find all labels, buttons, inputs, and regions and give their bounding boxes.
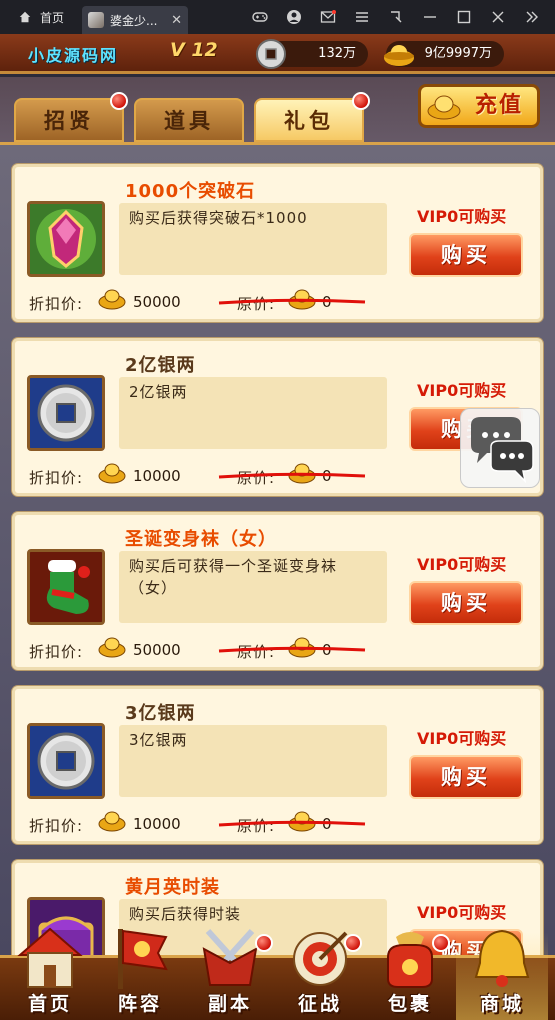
discount-price-label: 折扣价:	[29, 817, 84, 835]
gift-title: 3亿银两	[125, 703, 196, 724]
nav-bag-label: 包裹	[387, 993, 432, 1015]
tab-recruit-label: 招贤	[44, 109, 94, 133]
close-icon[interactable]	[481, 0, 515, 34]
shop-bell-icon	[474, 929, 530, 987]
gold-ingot-icon	[384, 45, 414, 66]
close-tab-icon[interactable]: ✕	[171, 13, 182, 28]
chat-bubbles-icon	[471, 417, 534, 484]
gift-title: 黄月英时装	[125, 877, 220, 898]
coin-counter: 132万	[256, 39, 368, 69]
bag-icon	[387, 932, 433, 988]
nav-bag-badge	[432, 934, 450, 952]
strikethrough-line	[218, 646, 366, 653]
tab-gift-packs-label: 礼包	[284, 109, 334, 133]
nav-battle-badge	[344, 934, 362, 952]
home-tab-label: 首页	[40, 10, 65, 25]
breakthrough-stone-icon	[27, 201, 105, 277]
tab-items-label: 道具	[164, 109, 214, 133]
nav-shop-label: 商城	[479, 993, 524, 1015]
discount-price-label: 折扣价:	[29, 643, 84, 661]
recharge-button[interactable]: 充值	[418, 84, 540, 128]
mail-icon[interactable]	[311, 0, 345, 34]
emulator-titlebar: 首页 婆金少... ✕	[0, 0, 555, 34]
gold-ingot-icon	[98, 637, 126, 658]
strikethrough-line	[218, 472, 366, 479]
resource-bar: 小皮源码网 V 12 132万 9亿9997万	[0, 34, 555, 74]
battle-target-icon	[293, 931, 348, 986]
buy-button[interactable]: 购买	[409, 233, 523, 277]
game-tab[interactable]: 婆金少... ✕	[82, 6, 189, 34]
menu-icon[interactable]	[345, 0, 379, 34]
discount-price: 50000	[133, 293, 181, 311]
resize-icon[interactable]	[379, 0, 413, 34]
vip-requirement: VIP0可购买	[417, 903, 507, 922]
gift-title: 圣诞变身袜（女）	[125, 529, 277, 550]
gift-title: 2亿银两	[125, 355, 196, 376]
nav-home-label: 首页	[27, 993, 72, 1015]
window-controls	[243, 0, 549, 34]
nav-formation-label: 阵容	[117, 993, 162, 1015]
tab-items[interactable]: 道具	[134, 98, 244, 142]
discount-price: 10000	[133, 815, 181, 833]
chat-float-button[interactable]	[460, 408, 540, 488]
gold-ingot-icon	[98, 811, 126, 832]
silver-coin-icon	[27, 375, 105, 451]
gift-description: 2亿银两	[119, 377, 387, 449]
tab-recruit[interactable]: 招贤	[14, 98, 124, 142]
gift-card: 3亿银两 3亿银两 VIP0可购买 购买 折扣价: 10000 原价: 0	[12, 686, 543, 844]
gift-title: 1000个突破石	[125, 181, 256, 202]
nav-shop[interactable]: 商城	[456, 923, 548, 1020]
brand-name: 小皮源码网	[28, 46, 119, 65]
buy-button[interactable]: 购买	[409, 581, 523, 625]
gold-ingot-icon	[427, 95, 461, 120]
formation-flag-icon	[118, 929, 168, 989]
gold-amount: 9亿9997万	[424, 46, 492, 61]
christmas-stocking-icon	[27, 549, 105, 625]
game-favicon-icon	[88, 12, 105, 28]
gift-description: 购买后获得突破石*1000	[119, 203, 387, 275]
discount-price-label: 折扣价:	[29, 295, 84, 313]
gift-card: 圣诞变身袜（女） 购买后可获得一个圣诞变身袜（女） VIP0可购买 购买 折扣价…	[12, 512, 543, 670]
buy-button[interactable]: 购买	[409, 755, 523, 799]
discount-price-label: 折扣价:	[29, 469, 84, 487]
coin-amount: 132万	[318, 46, 356, 61]
vip-requirement: VIP0可购买	[417, 381, 507, 400]
vip-requirement: VIP0可购买	[417, 729, 507, 748]
gift-card: 1000个突破石 购买后获得突破石*1000 VIP0可购买 购买 折扣价: 5…	[12, 164, 543, 322]
maximize-icon[interactable]	[447, 0, 481, 34]
gold-ingot-icon	[98, 463, 126, 484]
home-tab[interactable]: 首页	[0, 0, 82, 34]
tab-gift-packs[interactable]: 礼包	[254, 98, 364, 142]
gamepad-icon[interactable]	[243, 0, 277, 34]
home-icon	[19, 11, 31, 23]
gold-ingot-icon	[98, 289, 126, 310]
nav-dungeon-label: 副本	[207, 993, 252, 1015]
minimize-icon[interactable]	[413, 0, 447, 34]
silver-coin-icon	[256, 39, 286, 69]
gift-description: 3亿银两	[119, 725, 387, 797]
discount-price: 10000	[133, 467, 181, 485]
nav-formation[interactable]: 阵容	[94, 923, 186, 1020]
game-tab-label: 婆金少...	[110, 13, 158, 28]
tab-gift-packs-badge	[352, 92, 370, 110]
silver-coin-icon	[27, 723, 105, 799]
user-icon[interactable]	[277, 0, 311, 34]
strikethrough-line	[218, 298, 366, 305]
nav-battle-label: 征战	[297, 993, 342, 1015]
vip-level[interactable]: V 12	[170, 39, 218, 61]
vip-requirement: VIP0可购买	[417, 555, 507, 574]
discount-price: 50000	[133, 641, 181, 659]
gold-counter: 9亿9997万	[384, 41, 504, 67]
strikethrough-line	[218, 820, 366, 827]
tab-recruit-badge	[110, 92, 128, 110]
nav-home[interactable]: 首页	[4, 923, 96, 1020]
nav-dungeon-badge	[255, 934, 273, 952]
gift-description: 购买后可获得一个圣诞变身袜（女）	[119, 551, 387, 623]
vip-requirement: VIP0可购买	[417, 207, 507, 226]
dungeon-swords-icon	[202, 928, 258, 986]
home-house-icon	[17, 927, 83, 988]
recharge-label: 充值	[474, 93, 523, 118]
collapse-icon[interactable]	[515, 0, 549, 34]
